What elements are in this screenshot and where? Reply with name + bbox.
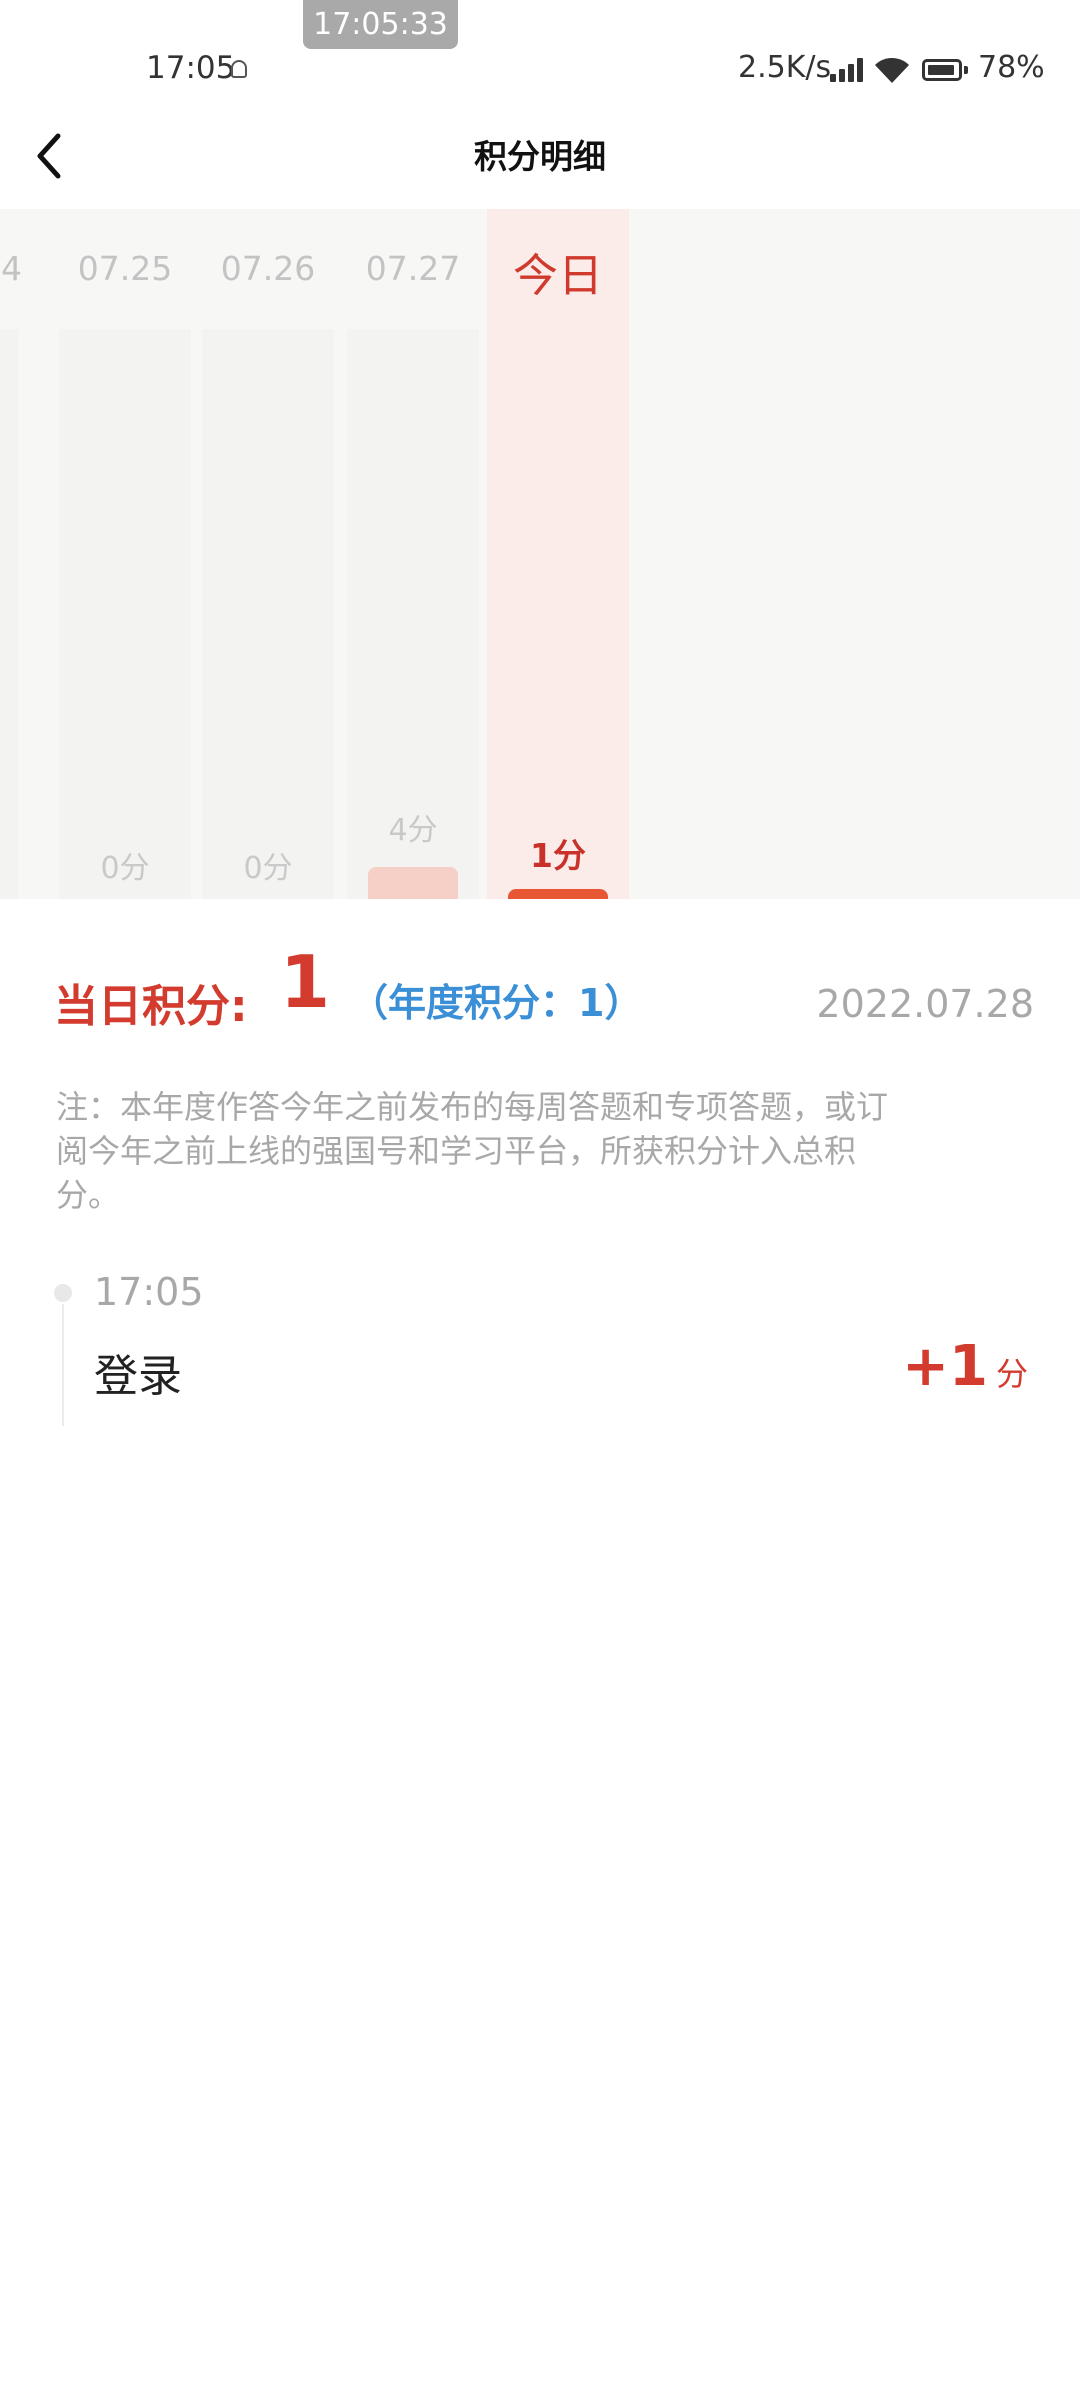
points-note: 注：本年度作答今年之前发布的每周答题和专项答题，或订阅今年之前上线的强国号和学习… xyxy=(56,1088,889,1214)
notification-icon xyxy=(231,60,247,78)
record-points-unit: 分 xyxy=(995,1355,1028,1393)
record-time: 17:05 xyxy=(94,1270,204,1314)
daily-points-chart[interactable]: 4 07.25 0分 07.26 0分 07.27 4分 今日 1分 xyxy=(0,209,1080,899)
year-points: （年度积分：1） xyxy=(350,981,643,1025)
page-title: 积分明细 xyxy=(474,137,606,176)
day-column[interactable]: 4 xyxy=(0,209,22,899)
wifi-icon xyxy=(875,57,909,83)
network-speed: 2.5K/s xyxy=(738,50,832,85)
record-points-value: +1 xyxy=(902,1334,988,1399)
day-points-value: 1 xyxy=(280,940,331,1024)
today-label: 今日 xyxy=(512,249,603,302)
today-score-label: 1分 xyxy=(530,836,586,875)
battery-level: 78% xyxy=(978,50,1045,85)
timeline-dot xyxy=(54,1284,72,1302)
day-date-label: 07.26 xyxy=(220,249,316,288)
summary-date: 2022.07.28 xyxy=(816,982,1034,1026)
day-points-label: 当日积分: xyxy=(54,981,248,1032)
today-bar xyxy=(508,889,608,899)
day-column[interactable]: 07.25 0分 xyxy=(55,209,195,899)
day-column[interactable]: 07.26 0分 xyxy=(198,209,338,899)
status-time: 17:05 xyxy=(146,50,236,86)
day-score-label: 0分 xyxy=(243,851,293,886)
day-date-label: 4 xyxy=(1,249,22,288)
day-bar xyxy=(368,867,458,899)
today-column[interactable]: 今日 1分 xyxy=(487,209,629,899)
points-summary: 当日积分: 1 （年度积分：1） 2022.07.28 xyxy=(54,940,1034,1032)
day-score-label: 0分 xyxy=(100,851,150,886)
battery-tip xyxy=(964,66,968,74)
day-score-label: 4分 xyxy=(388,813,438,848)
record-list: 17:05 登录 +1 分 xyxy=(48,1268,1028,1438)
battery-icon xyxy=(922,59,962,81)
day-date-label: 07.25 xyxy=(77,249,173,288)
status-bar: 17:05 2.5K/s 78% xyxy=(0,44,1080,94)
screenshot-timestamp: 17:05:33 xyxy=(303,0,458,49)
nav-header: 积分明细 xyxy=(0,112,1080,200)
day-date-label: 07.27 xyxy=(365,249,461,288)
record-name: 登录 xyxy=(94,1351,182,1402)
day-column[interactable]: 07.27 4分 xyxy=(343,209,483,899)
record-points: +1 分 xyxy=(902,1334,1028,1399)
timeline-line xyxy=(62,1304,64,1426)
signal-icon xyxy=(830,58,864,82)
